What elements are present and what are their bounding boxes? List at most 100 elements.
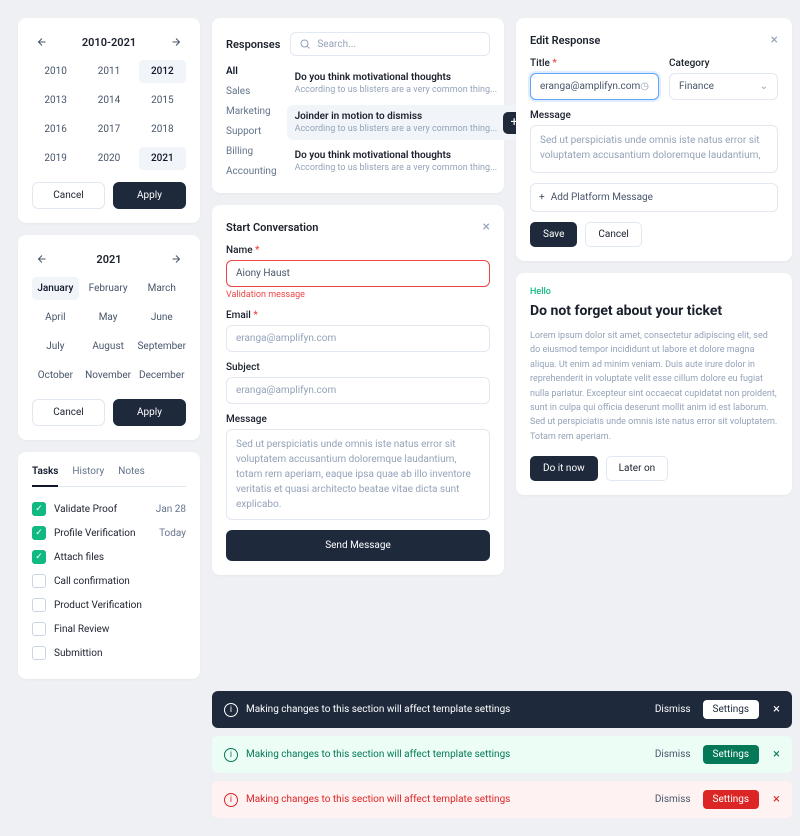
search-input[interactable]: Search... — [290, 32, 490, 56]
dismiss-link[interactable]: Dismiss — [655, 794, 691, 805]
year-cell[interactable]: 2021 — [139, 147, 186, 170]
settings-button[interactable]: Settings — [703, 700, 760, 719]
task-date: Jan 28 — [156, 504, 186, 515]
dismiss-link[interactable]: Dismiss — [655, 749, 691, 760]
month-cell[interactable]: November — [85, 364, 132, 387]
close-icon[interactable]: × — [773, 747, 780, 762]
name-input[interactable]: Aiony Haust — [226, 260, 490, 287]
checkbox[interactable] — [32, 598, 46, 612]
title-input[interactable]: eranga@amplifyn.com◷ — [530, 73, 659, 100]
prev-icon[interactable] — [32, 249, 52, 269]
close-icon[interactable]: × — [771, 32, 778, 48]
year-cell[interactable]: 2020 — [85, 147, 132, 170]
apply-button[interactable]: Apply — [113, 399, 186, 426]
checkbox[interactable] — [32, 574, 46, 588]
clock-icon: ◷ — [640, 81, 649, 92]
task-label: Validate Proof — [54, 504, 117, 515]
cancel-button[interactable]: Cancel — [32, 399, 105, 426]
task-row: Call confirmation — [32, 569, 186, 593]
category-label: Category — [669, 58, 778, 69]
email-label: Email * — [226, 310, 490, 321]
next-icon[interactable] — [166, 249, 186, 269]
month-cell[interactable]: April — [32, 306, 79, 329]
send-message-button[interactable]: Send Message — [226, 530, 490, 561]
checkbox[interactable] — [32, 646, 46, 660]
task-date: Today — [159, 528, 186, 539]
close-icon[interactable]: × — [483, 219, 490, 235]
next-icon[interactable] — [166, 32, 186, 52]
year-cell[interactable]: 2015 — [139, 89, 186, 112]
month-cell[interactable]: June — [137, 306, 186, 329]
year-cell[interactable]: 2013 — [32, 89, 79, 112]
month-cell[interactable]: August — [85, 335, 132, 358]
task-row: Product Verification — [32, 593, 186, 617]
year-cell[interactable]: 2016 — [32, 118, 79, 141]
year-cell[interactable]: 2017 — [85, 118, 132, 141]
month-cell[interactable]: July — [32, 335, 79, 358]
ticket-title: Do not forget about your ticket — [530, 303, 778, 319]
cancel-button[interactable]: Cancel — [585, 222, 641, 247]
month-cell[interactable]: January — [32, 277, 79, 300]
year-cell[interactable]: 2011 — [85, 60, 132, 83]
category-accounting[interactable]: Accounting — [226, 166, 277, 177]
settings-button[interactable]: Settings — [703, 745, 760, 764]
do-it-now-button[interactable]: Do it now — [530, 456, 598, 481]
responses-panel: Responses Search... All Sales Marketing Sup… — [212, 18, 504, 193]
responses-title: Responses — [226, 38, 280, 51]
plus-icon: + — [539, 192, 545, 203]
checkbox[interactable]: ✓ — [32, 502, 46, 516]
category-all[interactable]: All — [226, 66, 277, 77]
tab-tasks[interactable]: Tasks — [32, 466, 58, 487]
email-input[interactable]: eranga@amplifyn.com — [226, 325, 490, 352]
name-label: Name * — [226, 245, 490, 256]
checkbox[interactable]: ✓ — [32, 550, 46, 564]
checkbox[interactable]: ✓ — [32, 526, 46, 540]
year-cell[interactable]: 2012 — [139, 60, 186, 83]
month-cell[interactable]: May — [85, 306, 132, 329]
category-sales[interactable]: Sales — [226, 86, 277, 97]
add-platform-message-button[interactable]: +Add Platform Message — [530, 183, 778, 212]
prev-icon[interactable] — [32, 32, 52, 52]
month-cell[interactable]: March — [137, 277, 186, 300]
year-cell[interactable]: 2019 — [32, 147, 79, 170]
response-item[interactable]: Do you think motivational thoughtsAccord… — [287, 66, 534, 101]
alert-success: i Making changes to this section will af… — [212, 736, 792, 773]
response-item[interactable]: Joinder in motion to dismissAccording to… — [287, 105, 534, 140]
response-item[interactable]: Do you think motivational thoughtsAccord… — [287, 144, 534, 179]
response-title: Do you think motivational thoughts — [295, 72, 526, 83]
tab-history[interactable]: History — [72, 466, 104, 486]
later-button[interactable]: Later on — [606, 456, 669, 481]
month-cell[interactable]: September — [137, 335, 186, 358]
alert-info: i Making changes to this section will af… — [212, 691, 792, 728]
category-support[interactable]: Support — [226, 126, 277, 137]
cancel-button[interactable]: Cancel — [32, 182, 105, 209]
month-cell[interactable]: December — [137, 364, 186, 387]
tab-notes[interactable]: Notes — [118, 466, 145, 486]
year-cell[interactable]: 2018 — [139, 118, 186, 141]
close-icon[interactable]: × — [773, 702, 780, 717]
message-textarea[interactable]: Sed ut perspiciatis unde omnis iste natu… — [530, 125, 778, 173]
category-billing[interactable]: Billing — [226, 146, 277, 157]
chevron-down-icon: ⌄ — [760, 81, 768, 92]
close-icon[interactable]: × — [773, 792, 780, 807]
apply-button[interactable]: Apply — [113, 182, 186, 209]
checkbox[interactable] — [32, 622, 46, 636]
year-cell[interactable]: 2010 — [32, 60, 79, 83]
task-label: Final Review — [54, 624, 109, 635]
settings-button[interactable]: Settings — [703, 790, 760, 809]
task-label: Product Verification — [54, 600, 142, 611]
category-marketing[interactable]: Marketing — [226, 106, 277, 117]
task-row: ✓Profile VerificationToday — [32, 521, 186, 545]
save-button[interactable]: Save — [530, 222, 577, 247]
response-sub: According to us blisters are a very comm… — [295, 163, 526, 173]
category-select[interactable]: Finance⌄ — [669, 73, 778, 100]
month-cell[interactable]: October — [32, 364, 79, 387]
ticket-body: Lorem ipsum dolor sit amet, consectetur … — [530, 329, 778, 444]
message-textarea[interactable]: Sed ut perspiciatis unde omnis iste natu… — [226, 429, 490, 520]
task-row: Submittion — [32, 641, 186, 665]
year-cell[interactable]: 2014 — [85, 89, 132, 112]
subject-input[interactable]: eranga@amplifyn.com — [226, 377, 490, 404]
dismiss-link[interactable]: Dismiss — [655, 704, 691, 715]
start-conversation-form: Start Conversation × Name * Aiony Haust … — [212, 205, 504, 575]
month-cell[interactable]: February — [85, 277, 132, 300]
